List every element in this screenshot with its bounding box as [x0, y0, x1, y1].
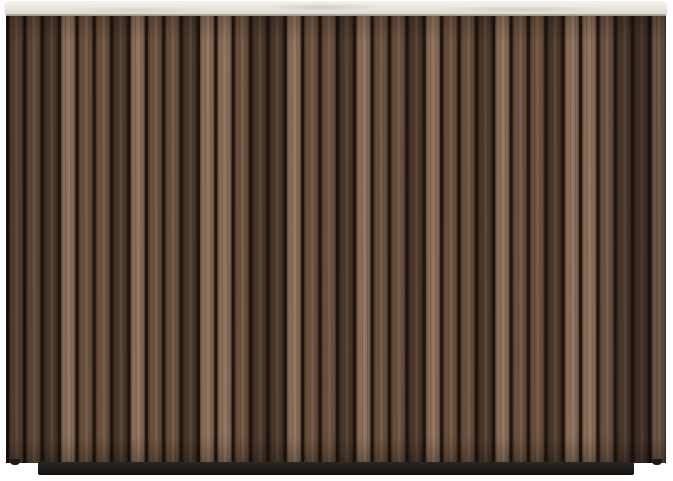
slat-groove — [544, 16, 548, 463]
wood-slat-shading — [234, 16, 250, 463]
slat-groove — [231, 16, 235, 463]
wood-slat-shading — [616, 16, 632, 463]
slat-groove — [58, 16, 62, 463]
slat-groove — [162, 16, 166, 463]
cabinet-plinth — [38, 462, 634, 475]
wood-slat-shading — [339, 16, 354, 463]
slat-groove — [474, 16, 478, 463]
slat-groove — [301, 16, 305, 463]
slat-groove — [144, 16, 148, 463]
wood-slat-shading — [495, 16, 510, 463]
wood-slat-shading — [304, 16, 319, 463]
wood-slat-shading — [269, 16, 284, 463]
wood-slat-shading — [113, 16, 128, 463]
wood-slat-shading — [634, 16, 649, 463]
slat-groove — [127, 16, 131, 463]
wood-slat-shading — [130, 16, 145, 463]
cabinet-foot-right — [652, 459, 662, 465]
product-image — [0, 0, 673, 481]
slat-groove — [266, 16, 270, 463]
wood-slat-shading — [286, 16, 302, 463]
slat-groove — [457, 16, 461, 463]
slat-groove — [110, 16, 114, 463]
wood-slat-shading — [95, 16, 111, 463]
wood-slat-shading — [547, 16, 562, 463]
wood-slat-shading — [408, 16, 423, 463]
slat-groove — [648, 16, 652, 463]
wood-slat-shading — [200, 16, 215, 463]
wood-slat-shading — [252, 16, 267, 463]
wood-slat-shading — [182, 16, 198, 463]
slat-groove — [249, 16, 253, 463]
wood-slat-shading — [512, 16, 528, 463]
wood-slat-shading — [425, 16, 441, 463]
wood-slat-shading — [43, 16, 59, 463]
slat-groove — [509, 16, 513, 463]
slat-groove — [197, 16, 201, 463]
wood-slat-shading — [356, 16, 371, 463]
slat-groove — [613, 16, 617, 463]
wood-slat-shading — [147, 16, 163, 463]
wood-slat-shading — [26, 16, 41, 463]
slat-groove — [283, 16, 287, 463]
fluted-wood-cabinet-body — [6, 16, 666, 463]
wood-slat-shading — [61, 16, 76, 463]
wood-slat-shading — [321, 16, 336, 463]
slat-groove — [579, 16, 583, 463]
slat-groove — [40, 16, 44, 463]
wood-slat-shading — [165, 16, 180, 463]
wood-slat-shading — [78, 16, 93, 463]
slat-groove — [318, 16, 322, 463]
slat-groove — [388, 16, 392, 463]
wood-slat-shading — [9, 16, 24, 463]
slat-groove — [596, 16, 600, 463]
cabinet-foot-left — [10, 459, 20, 465]
slat-groove — [370, 16, 374, 463]
slat-groove — [527, 16, 531, 463]
wood-slat-shading — [651, 16, 666, 463]
slat-groove — [492, 16, 496, 463]
wood-slat-shading — [564, 16, 580, 463]
slat-groove — [353, 16, 357, 463]
slat-groove — [92, 16, 96, 463]
slat-groove — [75, 16, 79, 463]
slat-groove — [422, 16, 426, 463]
wood-slat-shading — [391, 16, 406, 463]
wood-slat-shading — [477, 16, 493, 463]
wood-slat-shading — [217, 16, 232, 463]
wood-slats — [6, 16, 666, 463]
slat-groove — [336, 16, 339, 463]
slat-groove — [214, 16, 218, 463]
slat-groove — [631, 16, 635, 463]
wood-slat-shading — [530, 16, 545, 463]
wood-slat-shading — [582, 16, 597, 463]
slat-groove — [6, 16, 9, 463]
slat-groove — [179, 16, 183, 463]
slat-groove — [405, 16, 409, 463]
slat-groove — [440, 16, 444, 463]
slat-groove — [561, 16, 565, 463]
wood-slat-shading — [443, 16, 458, 463]
wood-slat-shading — [599, 16, 614, 463]
wood-slat-shading — [373, 16, 389, 463]
slat-groove — [23, 16, 27, 463]
wood-slat-shading — [460, 16, 475, 463]
